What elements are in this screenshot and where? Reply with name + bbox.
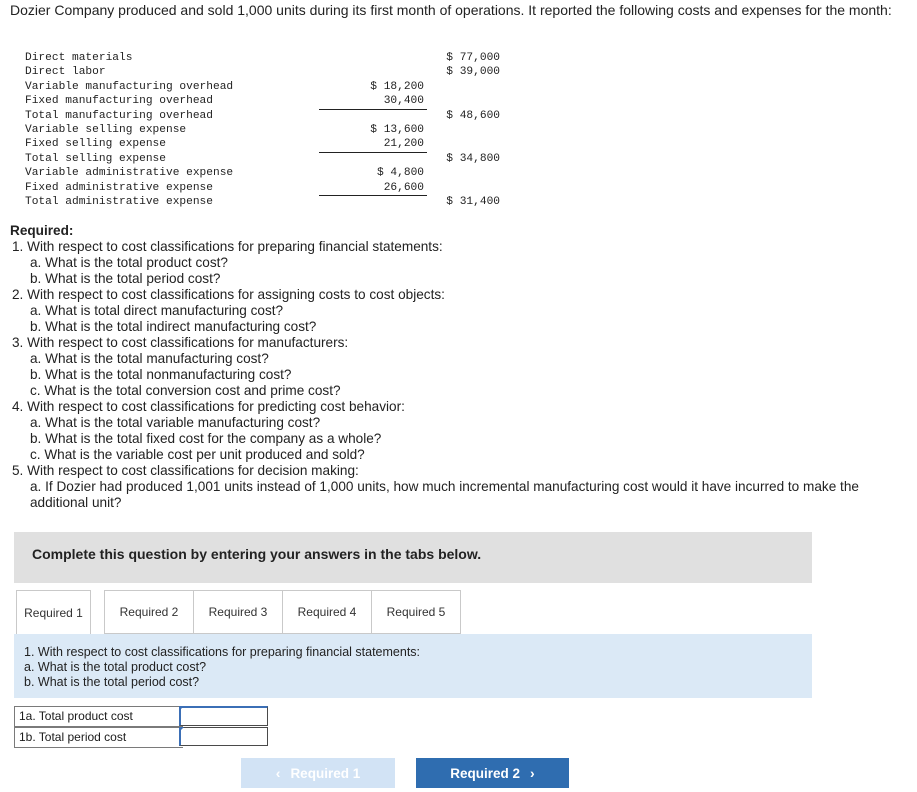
tab-required-4[interactable]: Required 4 [282,590,372,634]
input-marker-icon [179,706,184,711]
requirement-subitem: b. What is the total period cost? [30,271,221,286]
requirement-item: 5. With respect to cost classifications … [12,463,359,478]
cost-total-value: $ 77,000 [446,52,500,64]
cost-subtotal-value: 21,200 [319,137,427,153]
cost-subtotal-value: 30,400 [319,94,427,110]
prev-required-button[interactable]: ‹ Required 1 [241,758,395,788]
tab-required-3[interactable]: Required 3 [193,590,283,634]
instruction-banner: Complete this question by entering your … [14,532,812,583]
cost-label: Variable administrative expense [25,167,234,180]
next-button-label: Required 2 [450,765,521,781]
cost-label: Fixed selling expense [25,138,166,151]
requirement-subitem: a. What is the total variable manufactur… [30,415,321,430]
answer-label-product-cost: 1a. Total product cost [14,706,183,727]
requirement-subitem: b. What is the total nonmanufacturing co… [30,367,292,382]
panel-part-b: b. What is the total period cost? [24,675,200,689]
cost-label: Fixed administrative expense [25,181,213,194]
cost-label: Direct materials [25,52,133,64]
cost-subtotal-value: $ 4,800 [377,167,424,180]
cost-label: Direct labor [25,66,106,79]
cost-total-value: $ 31,400 [446,195,500,208]
requirement-subitem: a. What is the total manufacturing cost? [30,351,269,366]
cost-total-value: $ 48,600 [446,109,500,122]
requirement-item: 4. With respect to cost classifications … [12,399,405,414]
requirement-subitem: a. What is total direct manufacturing co… [30,303,284,318]
requirement-subitem: c. What is the total conversion cost and… [30,383,341,398]
chevron-left-icon: ‹ [275,765,281,781]
tab-panel: 1. With respect to cost classifications … [14,634,812,698]
prev-button-label: Required 1 [290,765,361,781]
total-product-cost-input[interactable] [179,706,268,726]
cost-label: Total administrative expense [25,195,213,208]
tab-required-2[interactable]: Required 2 [104,590,194,634]
requirement-subitem: a. If Dozier had produced 1,001 units in… [30,479,859,510]
problem-intro: Dozier Company produced and sold 1,000 u… [10,2,892,18]
instruction-text: Complete this question by entering your … [32,546,482,562]
requirement-subitem: b. What is the total indirect manufactur… [30,319,317,334]
requirement-item: 1. With respect to cost classifications … [12,239,443,254]
tab-required-1[interactable]: Required 1 [16,590,91,635]
tab-required-5[interactable]: Required 5 [371,590,461,634]
requirement-subitem: b. What is the total fixed cost for the … [30,431,382,446]
cost-subtotal-value: $ 13,600 [370,123,424,136]
cost-label: Fixed manufacturing overhead [25,95,213,108]
cost-total-value: $ 34,800 [446,152,500,165]
cost-subtotal-value: $ 18,200 [370,80,424,93]
chevron-right-icon: › [530,765,535,781]
cost-total-value: $ 39,000 [446,66,500,79]
cost-label: Variable manufacturing overhead [25,80,234,93]
requirement-item: 3. With respect to cost classifications … [12,335,349,350]
requirement-item: 2. With respect to cost classifications … [12,287,445,302]
panel-question: 1. With respect to cost classifications … [24,645,421,659]
total-period-cost-input[interactable] [179,727,268,746]
answer-label-period-cost: 1b. Total period cost [14,727,183,748]
cost-label: Variable selling expense [25,123,187,136]
requirements-list: Required: 1. With respect to cost classi… [10,223,900,511]
cost-label: Total manufacturing overhead [25,109,213,122]
requirement-subitem: a. What is the total product cost? [30,255,228,270]
requirement-subitem: c. What is the variable cost per unit pr… [30,447,365,462]
cost-subtotal-value: 26,600 [319,181,427,196]
requirements-heading: Required: [10,223,74,238]
input-marker-icon [179,727,184,732]
next-required-button[interactable]: Required 2 › [416,758,569,788]
panel-part-a: a. What is the total product cost? [24,660,207,674]
cost-label: Total selling expense [25,152,166,165]
